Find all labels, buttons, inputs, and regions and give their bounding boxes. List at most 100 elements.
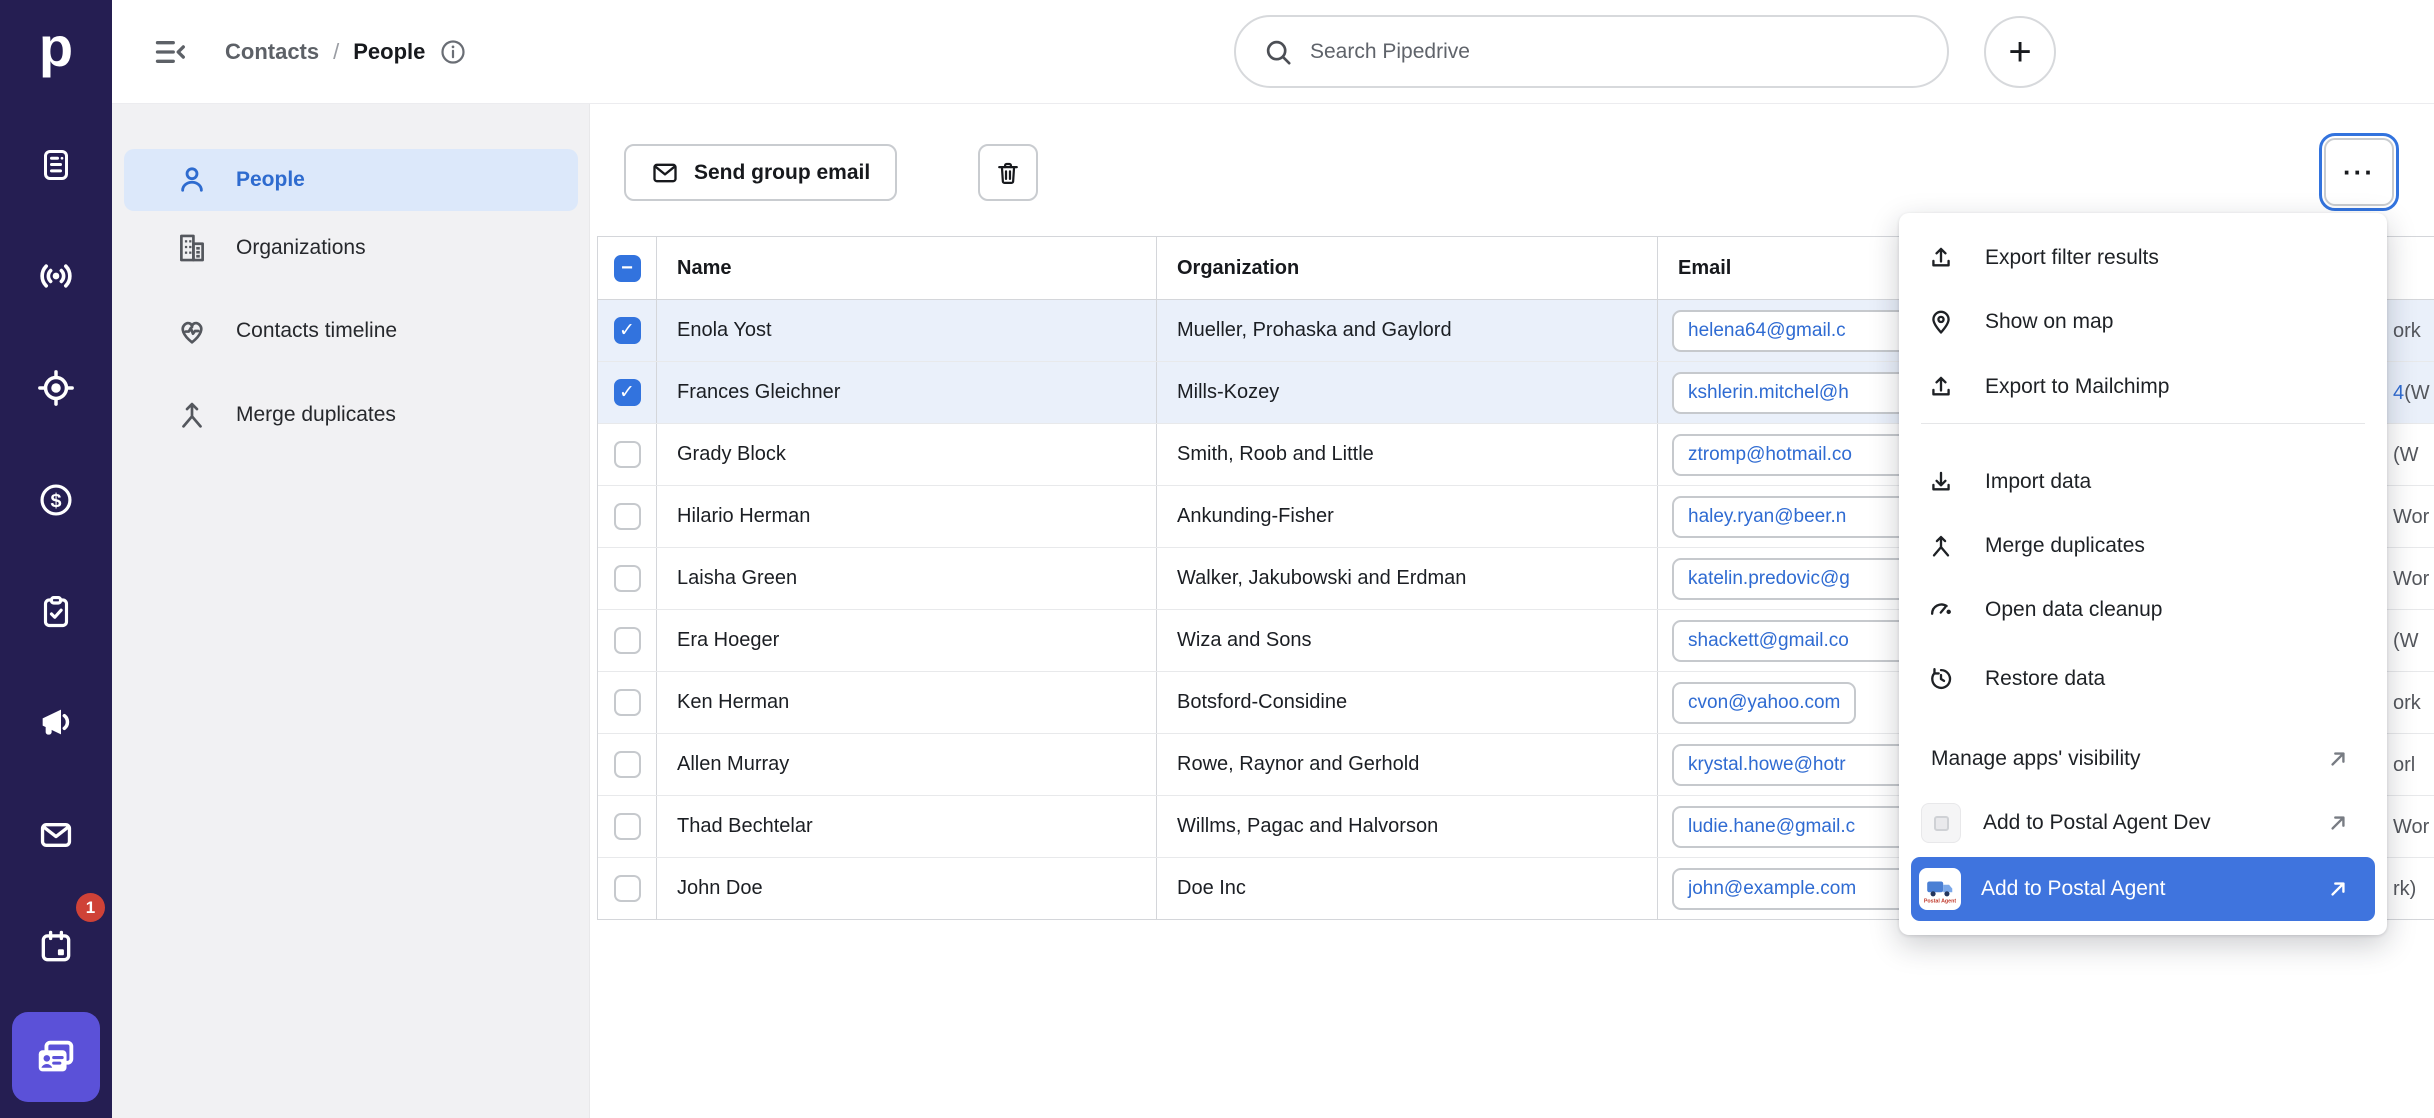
row-checkbox[interactable] [614,689,641,716]
menu-item-add-to-postal-agent[interactable]: Postal Agent Add to Postal Agent [1911,857,2375,921]
menu-item-label: Import data [1985,470,2091,494]
person-name[interactable]: Allen Murray [657,734,1157,795]
sidebar-item-contacts-timeline[interactable]: Contacts timeline [124,300,578,362]
email-link[interactable]: cvon@yahoo.com [1672,682,1856,724]
select-all-checkbox[interactable] [614,255,641,282]
nav-deals-icon[interactable]: $ [0,478,112,522]
nav-focus-icon[interactable] [0,366,112,410]
nav-calendar-icon[interactable] [0,925,112,969]
menu-item-label: Restore data [1985,667,2105,691]
organization-name[interactable]: Willms, Pagac and Halvorson [1157,796,1658,857]
trash-icon [994,159,1022,187]
row-checkbox[interactable] [614,813,641,840]
menu-item-export-filter-results[interactable]: Export filter results [1911,226,2375,290]
calendar-icon [37,928,75,966]
merge-icon [174,398,210,432]
pipedrive-logo[interactable]: p [0,14,112,79]
search-icon [1262,36,1294,68]
row-checkbox[interactable] [614,565,641,592]
info-icon[interactable] [439,38,467,66]
organization-name[interactable]: Botsford-Considine [1157,672,1658,733]
nav-campaigns-icon[interactable] [0,700,112,744]
nav-leads-icon[interactable] [0,143,112,187]
menu-item-label: Merge duplicates [1985,534,2145,558]
external-link-icon [2325,876,2351,902]
menu-item-import-data[interactable]: Import data [1911,450,2375,514]
row-checkbox[interactable] [614,503,641,530]
menu-item-merge-duplicates[interactable]: Merge duplicates [1911,514,2375,578]
phone-fragment: 4 (W [2393,362,2430,424]
menu-item-label: Manage apps' visibility [1931,747,2140,771]
dollar-circle-icon: $ [37,481,75,519]
global-search[interactable] [1234,15,1949,88]
breadcrumb-separator: / [333,39,339,65]
phone-fragment: ork [2393,300,2421,362]
journal-icon [38,147,74,183]
sidebar-item-people[interactable]: People [124,149,578,211]
phone-fragment: (W [2393,610,2419,672]
breadcrumb-section[interactable]: Contacts [225,39,319,65]
row-checkbox[interactable] [614,317,641,344]
row-checkbox[interactable] [614,875,641,902]
envelope-icon [651,159,679,187]
collapse-sidebar-icon[interactable] [153,34,189,70]
sidebar-item-label: Organizations [236,236,366,260]
organization-name[interactable]: Rowe, Raynor and Gerhold [1157,734,1658,795]
phone-fragment: Wor [2393,486,2429,548]
quick-add-button[interactable]: + [1984,16,2056,88]
sidebar-item-label: Contacts timeline [236,319,397,343]
organization-name[interactable]: Smith, Roob and Little [1157,424,1658,485]
phone-fragment: Wor [2393,548,2429,610]
organization-name[interactable]: Walker, Jakubowski and Erdman [1157,548,1658,609]
phone-fragment: rk) [2393,858,2416,920]
person-name[interactable]: Grady Block [657,424,1157,485]
menu-item-manage-apps-visibility[interactable]: Manage apps' visibility [1911,727,2375,791]
menu-item-label: Show on map [1985,310,2113,334]
calendar-notification-badge: 1 [76,893,105,922]
phone-fragment: Wor [2393,796,2429,858]
gauge-icon [1925,596,1957,624]
row-checkbox[interactable] [614,379,641,406]
svg-text:$: $ [50,490,61,512]
target-icon [37,369,75,407]
sidebar-item-merge-duplicates[interactable]: Merge duplicates [124,384,578,446]
person-name[interactable]: Hilario Herman [657,486,1157,547]
column-header-organization[interactable]: Organization [1157,237,1658,299]
person-name[interactable]: Era Hoeger [657,610,1157,671]
nav-campaign-broadcast-icon[interactable] [0,254,112,298]
more-actions-button[interactable]: ··· [2324,138,2394,206]
person-name[interactable]: John Doe [657,858,1157,919]
menu-item-export-to-mailchimp[interactable]: Export to Mailchimp [1911,355,2375,419]
person-name[interactable]: Thad Bechtelar [657,796,1157,857]
phone-fragment: ork [2393,672,2421,734]
organization-name[interactable]: Mueller, Prohaska and Gaylord [1157,300,1658,361]
phone-link[interactable]: 4 [2393,382,2404,405]
organization-name[interactable]: Wiza and Sons [1157,610,1658,671]
nav-mail-icon[interactable] [0,813,112,857]
organization-name[interactable]: Ankunding-Fisher [1157,486,1658,547]
person-name[interactable]: Enola Yost [657,300,1157,361]
person-name[interactable]: Laisha Green [657,548,1157,609]
person-name[interactable]: Ken Herman [657,672,1157,733]
delete-button[interactable] [978,144,1038,201]
send-group-email-button[interactable]: Send group email [624,144,897,201]
organization-name[interactable]: Doe Inc [1157,858,1658,919]
column-header-name[interactable]: Name [657,237,1157,299]
nav-activities-icon[interactable] [0,590,112,634]
broadcast-icon [37,257,75,295]
menu-item-add-to-postal-agent-dev[interactable]: Add to Postal Agent Dev [1911,791,2375,855]
sidebar-item-organizations[interactable]: Organizations [124,217,578,279]
app-placeholder-icon [1921,803,1961,843]
menu-item-show-on-map[interactable]: Show on map [1911,290,2375,354]
person-name[interactable]: Frances Gleichner [657,362,1157,423]
nav-contacts-active[interactable] [12,1012,100,1102]
row-checkbox[interactable] [614,441,641,468]
menu-item-open-data-cleanup[interactable]: Open data cleanup [1911,578,2375,642]
row-checkbox[interactable] [614,751,641,778]
row-checkbox[interactable] [614,627,641,654]
import-icon [1925,468,1957,496]
organization-name[interactable]: Mills-Kozey [1157,362,1658,423]
menu-item-restore-data[interactable]: Restore data [1911,647,2375,711]
search-input[interactable] [1310,40,1921,64]
more-actions-menu: Export filter results Show on map Export… [1899,213,2387,935]
